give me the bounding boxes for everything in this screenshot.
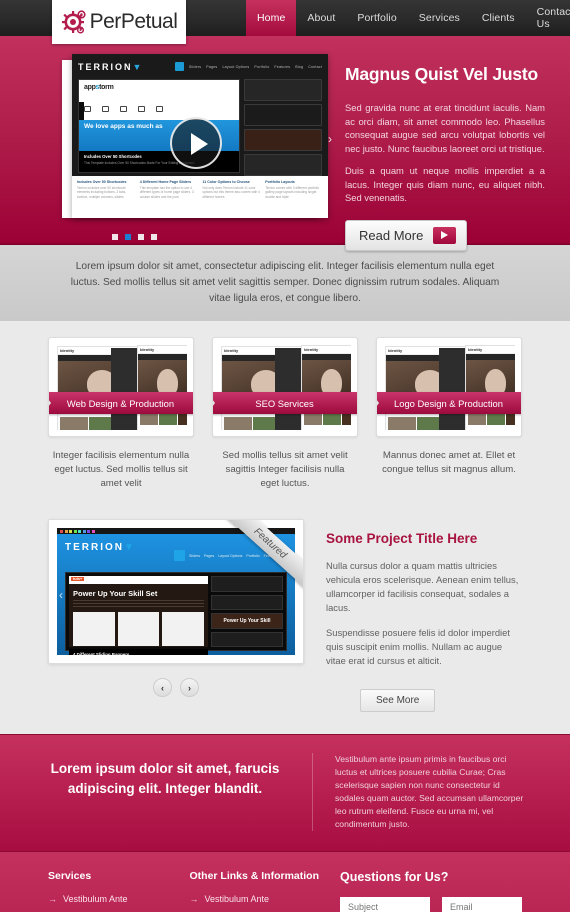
- service-card-seo[interactable]: Identity Identity SEO Services Sed molli…: [212, 337, 358, 491]
- cta-text: Vestibulum ante ipsum primis in faucibus…: [335, 754, 524, 829]
- featured-badge: Featured: [211, 520, 303, 612]
- site-footer: Services →Vestibulum Ante →Sipsum Primis…: [0, 851, 570, 912]
- gear-icon: [61, 9, 87, 35]
- slider-pagination[interactable]: [112, 234, 157, 240]
- service-ribbon: Logo Design & Production: [377, 392, 521, 414]
- appstorm-label: appstorm: [84, 84, 114, 91]
- see-more-button[interactable]: See More: [360, 689, 436, 712]
- email-input[interactable]: [442, 897, 522, 912]
- service-description: Integer facilisis elementum nulla eget l…: [52, 450, 190, 489]
- slide-template-logo: TERRION▼: [78, 61, 144, 72]
- footer-link[interactable]: → Vestibulum Ante: [190, 894, 332, 904]
- service-ribbon: SEO Services: [213, 392, 357, 414]
- cta-headline: Lorem ipsum dolor sit amet, farucis adip…: [50, 761, 280, 796]
- arrow-right-icon: →: [48, 894, 57, 904]
- arrow-right-icon: →: [189, 894, 199, 904]
- services-section: Identity Identity Web Design & Productio…: [0, 321, 570, 511]
- hero-slider[interactable]: TERRION▼ Sliders Pages Layout Options Port…: [62, 54, 332, 226]
- page-root: PerPetual Home About Portfolio Services …: [0, 0, 570, 912]
- service-card-web-design[interactable]: Identity Identity Web Design & Productio…: [48, 337, 194, 491]
- hero-copy: Magnus Quist Vel Justo Sed gravida nunc …: [345, 64, 545, 251]
- footer-column-services: Services →Vestibulum Ante →Sipsum Primis…: [48, 870, 190, 912]
- nav-item-contact-us[interactable]: Contact Us: [526, 0, 570, 36]
- logo[interactable]: PerPetual: [52, 0, 186, 44]
- subject-input[interactable]: [340, 897, 430, 912]
- slide-feature-list: Includes Over 50 Shortcodes Terrion inclu…: [72, 176, 328, 218]
- contact-form-title: Questions for Us?: [340, 870, 449, 884]
- project-prev-button[interactable]: ‹: [153, 678, 172, 697]
- slider-dot[interactable]: [151, 234, 157, 240]
- read-more-label: Read More: [359, 227, 424, 243]
- slider-dot-active[interactable]: [125, 234, 131, 240]
- service-description: Mannus donec amet at. Ellet et congue te…: [382, 450, 516, 475]
- home-icon: [174, 550, 186, 561]
- intro-text: Lorem ipsum dolor sit amet, consectetur …: [70, 261, 500, 304]
- cta-divider: [312, 753, 313, 831]
- hero-paragraph-2: Duis a quam ut neque mollis imperdiet a …: [345, 165, 545, 203]
- service-description: Sed mollis tellus sit amet velit sagitti…: [222, 450, 348, 489]
- project-side-title: Power Up Your Skill: [223, 617, 271, 624]
- footer-link[interactable]: → Vestibulum Ante: [48, 894, 190, 904]
- nav-item-home[interactable]: Home: [246, 0, 297, 36]
- service-thumbnail: Identity Identity: [383, 344, 515, 430]
- service-thumbnail: Identity Identity: [219, 344, 351, 430]
- project-shot-footer-title: 4 Different Sliding Banners: [73, 651, 130, 655]
- play-icon[interactable]: [170, 117, 222, 170]
- cta-band: Lorem ipsum dolor sit amet, farucis adip…: [0, 734, 570, 851]
- project-paragraph-1: Nulla cursus dolor a quam mattis ultrici…: [326, 560, 519, 613]
- footer-column-title: Services: [48, 870, 92, 882]
- play-arrow-icon: [433, 226, 457, 244]
- hero-paragraph-1: Sed gravida nunc at erat tincidunt iacul…: [345, 102, 545, 154]
- slide-template-nav: Sliders Pages Layout Options Portfolio Fea…: [174, 62, 322, 71]
- service-ribbon: Web Design & Production: [49, 392, 193, 414]
- contact-form: Questions for Us? Submit: [331, 870, 522, 912]
- project-preview[interactable]: TERRION▼ Sliders Pages Layout Options Port…: [48, 519, 304, 664]
- nav-item-clients[interactable]: Clients: [471, 0, 526, 36]
- hero-banner: TERRION▼ Sliders Pages Layout Options Port…: [0, 36, 570, 251]
- site-header: PerPetual Home About Portfolio Services …: [0, 0, 570, 44]
- slider-dot[interactable]: [112, 234, 118, 240]
- service-thumbnail: Identity Identity: [55, 344, 187, 430]
- logo-text: PerPetual: [89, 10, 178, 33]
- slider-prev-arrow-icon[interactable]: ‹: [64, 132, 68, 146]
- project-next-button[interactable]: ›: [180, 678, 199, 697]
- slider-dot[interactable]: [138, 234, 144, 240]
- read-more-button[interactable]: Read More: [345, 219, 468, 251]
- intro-bar: Lorem ipsum dolor sit amet, consectetur …: [0, 244, 570, 321]
- project-section: TERRION▼ Sliders Pages Layout Options Port…: [0, 511, 570, 734]
- project-title: Some Project Title Here: [326, 531, 478, 546]
- nav-item-portfolio[interactable]: Portfolio: [346, 0, 407, 36]
- project-pager: ‹ ›: [48, 678, 304, 697]
- home-icon: [174, 62, 184, 71]
- project-paragraph-2: Suspendisse posuere felis id dolor imper…: [326, 627, 510, 666]
- project-shot-title: Power Up Your Skill Set: [73, 589, 158, 598]
- hero-title: Magnus Quist Vel Justo: [345, 64, 538, 84]
- main-nav: Home About Portfolio Services Clients Co…: [246, 0, 570, 36]
- nav-item-about[interactable]: About: [296, 0, 346, 36]
- service-card-logo-design[interactable]: Identity Identity Logo Design & Producti…: [376, 337, 522, 491]
- project-prev-arrow-icon[interactable]: ‹: [59, 588, 63, 602]
- footer-column-other-links: Other Links & Information → Vestibulum An…: [190, 870, 332, 912]
- footer-column-title: Other Links & Information: [189, 870, 320, 882]
- slider-next-arrow-icon[interactable]: ›: [328, 132, 332, 146]
- project-copy: Some Project Title Here Nulla cursus dol…: [326, 519, 522, 712]
- nav-item-services[interactable]: Services: [408, 0, 471, 36]
